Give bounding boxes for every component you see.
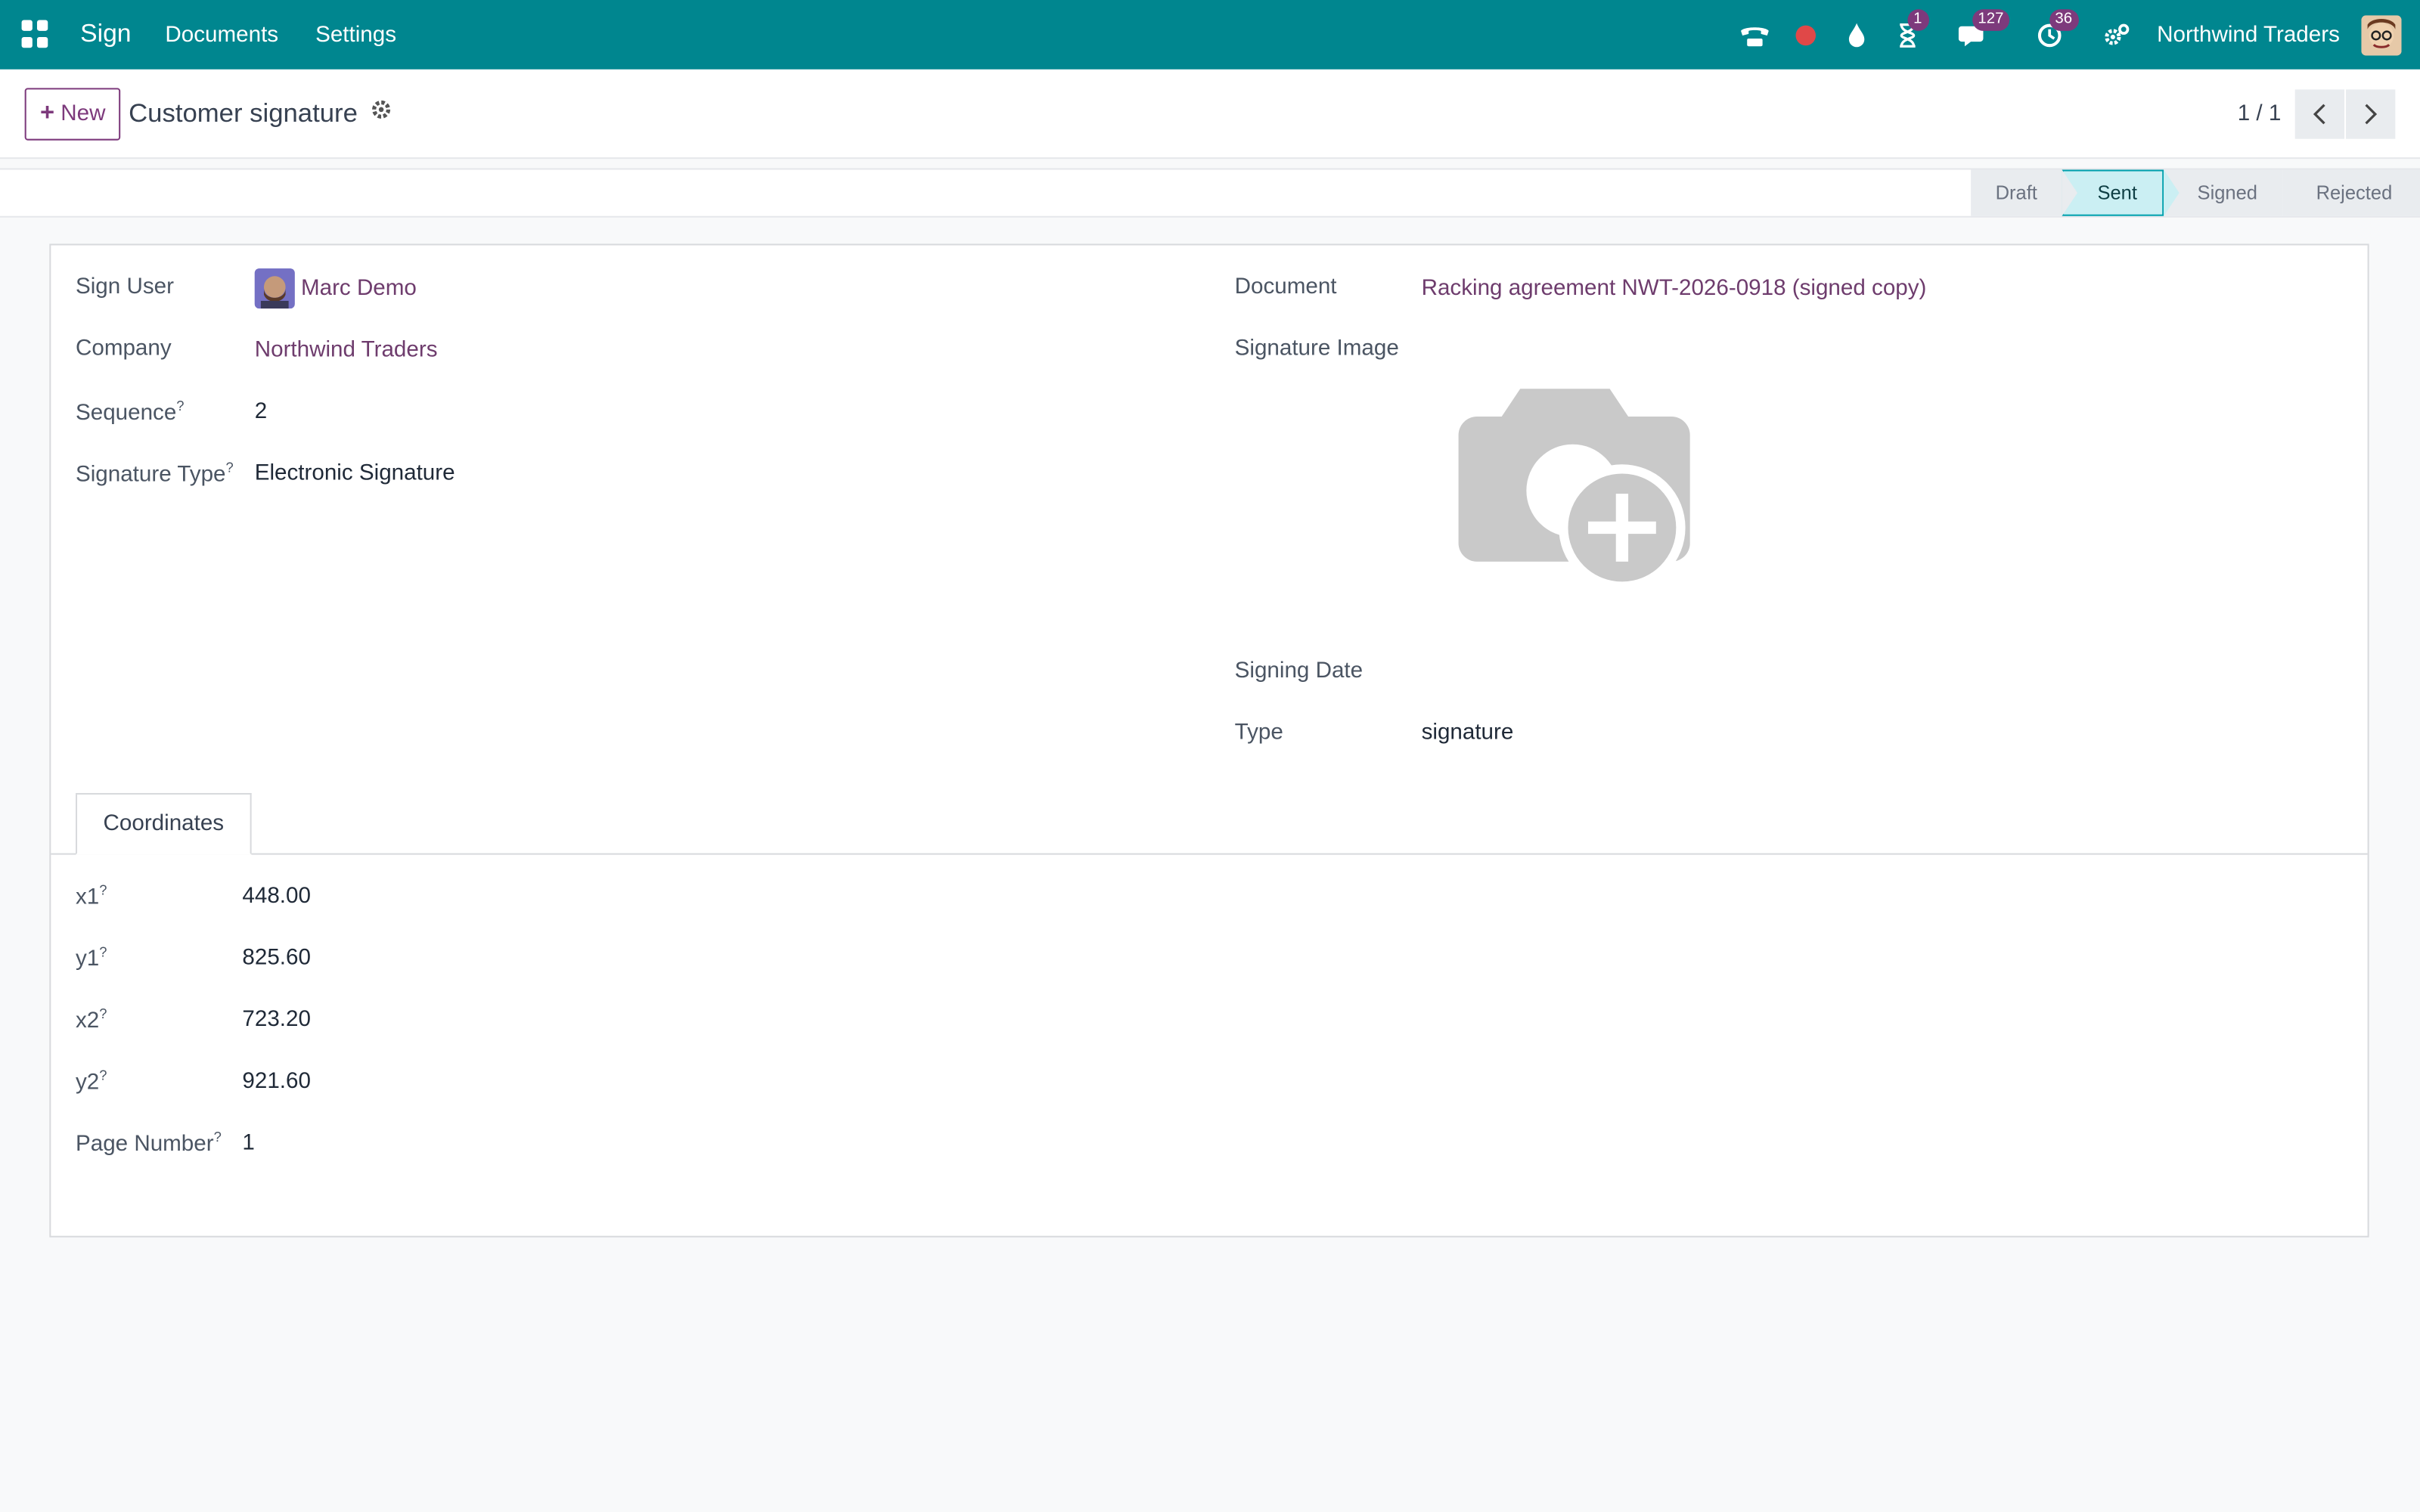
settings-gears-icon[interactable] xyxy=(2102,20,2133,51)
company-label: Company xyxy=(76,336,172,361)
sequence-value[interactable]: 2 xyxy=(255,400,267,425)
sign-user-value: Marc Demo xyxy=(300,276,417,301)
status-bar: Draft Sent Signed Rejected xyxy=(0,168,2420,218)
sequence-label: Sequence? xyxy=(76,398,185,426)
droplet-icon[interactable] xyxy=(1841,20,1872,51)
y1-value[interactable]: 825.60 xyxy=(242,946,311,971)
activities-badge: 1 xyxy=(1907,8,1929,30)
signing-date-label: Signing Date xyxy=(1234,658,1364,684)
type-value[interactable]: signature xyxy=(1422,720,1514,745)
signature-image-label: Signature Image xyxy=(1234,336,1399,361)
stage-signed[interactable]: Signed xyxy=(2163,169,2298,216)
previous-record-button[interactable] xyxy=(2294,88,2345,138)
x2-label: x2? xyxy=(76,1005,107,1033)
user-avatar[interactable] xyxy=(2361,14,2402,55)
new-button-label: New xyxy=(60,101,106,126)
company-value[interactable]: Northwind Traders xyxy=(255,338,438,363)
pager-value[interactable]: 1 / 1 xyxy=(2238,101,2282,126)
clock-icon[interactable]: 36 xyxy=(2034,8,2079,51)
control-panel: + New Customer signature 1 / 1 xyxy=(0,69,2420,160)
gear-icon[interactable] xyxy=(370,99,392,129)
menu-documents[interactable]: Documents xyxy=(165,23,278,48)
clock-badge: 36 xyxy=(2049,8,2079,30)
chat-icon[interactable]: 127 xyxy=(1956,8,2010,51)
chevron-right-icon xyxy=(2365,103,2378,124)
chevron-left-icon xyxy=(2313,103,2325,124)
phone-icon[interactable] xyxy=(1739,20,1770,51)
next-record-button[interactable] xyxy=(2346,88,2396,138)
record-title: Customer signature xyxy=(129,98,358,128)
x2-value[interactable]: 723.20 xyxy=(242,1008,311,1033)
document-value[interactable]: Racking agreement NWT-2026-0918 (signed … xyxy=(1422,276,1927,301)
hourglass-icon[interactable]: 1 xyxy=(1891,8,1929,51)
tabs-divider xyxy=(51,853,2368,855)
plus-icon: + xyxy=(40,99,55,126)
messages-badge: 127 xyxy=(1972,8,2010,30)
signature-type-value[interactable]: Electronic Signature xyxy=(255,461,455,486)
tab-coordinates[interactable]: Coordinates xyxy=(76,792,252,855)
form-sheet: Sign User Marc Demo Company Northwind Tr… xyxy=(49,243,2369,1238)
page-number-label: Page Number? xyxy=(76,1129,222,1157)
camera-add-icon[interactable] xyxy=(1455,386,1696,603)
new-button[interactable]: + New xyxy=(24,87,121,140)
signing-date-field[interactable] xyxy=(1422,649,1885,689)
stage-rejected[interactable]: Rejected xyxy=(2282,169,2420,216)
menu-settings[interactable]: Settings xyxy=(315,23,396,48)
y2-label: y2? xyxy=(76,1067,107,1095)
record-icon[interactable] xyxy=(1789,20,1820,51)
y2-value[interactable]: 921.60 xyxy=(242,1069,311,1094)
x1-value[interactable]: 448.00 xyxy=(242,884,311,909)
apps-menu-icon[interactable] xyxy=(21,19,53,51)
y1-label: y1? xyxy=(76,943,107,972)
signature-type-label: Signature Type? xyxy=(76,460,234,488)
avatar xyxy=(254,268,295,309)
page-number-value[interactable]: 1 xyxy=(242,1131,254,1156)
type-label: Type xyxy=(1234,720,1283,745)
document-label: Document xyxy=(1234,274,1337,299)
company-switcher[interactable]: Northwind Traders xyxy=(2157,23,2340,48)
stage-draft[interactable]: Draft xyxy=(1970,169,2077,216)
sign-user-label: Sign User xyxy=(76,274,174,299)
sign-user-field[interactable]: Marc Demo xyxy=(254,268,417,309)
x1-label: x1? xyxy=(76,882,107,910)
top-navbar: Sign Documents Settings 1 127 36 Northwi… xyxy=(0,0,2420,70)
app-title[interactable]: Sign xyxy=(80,20,131,50)
